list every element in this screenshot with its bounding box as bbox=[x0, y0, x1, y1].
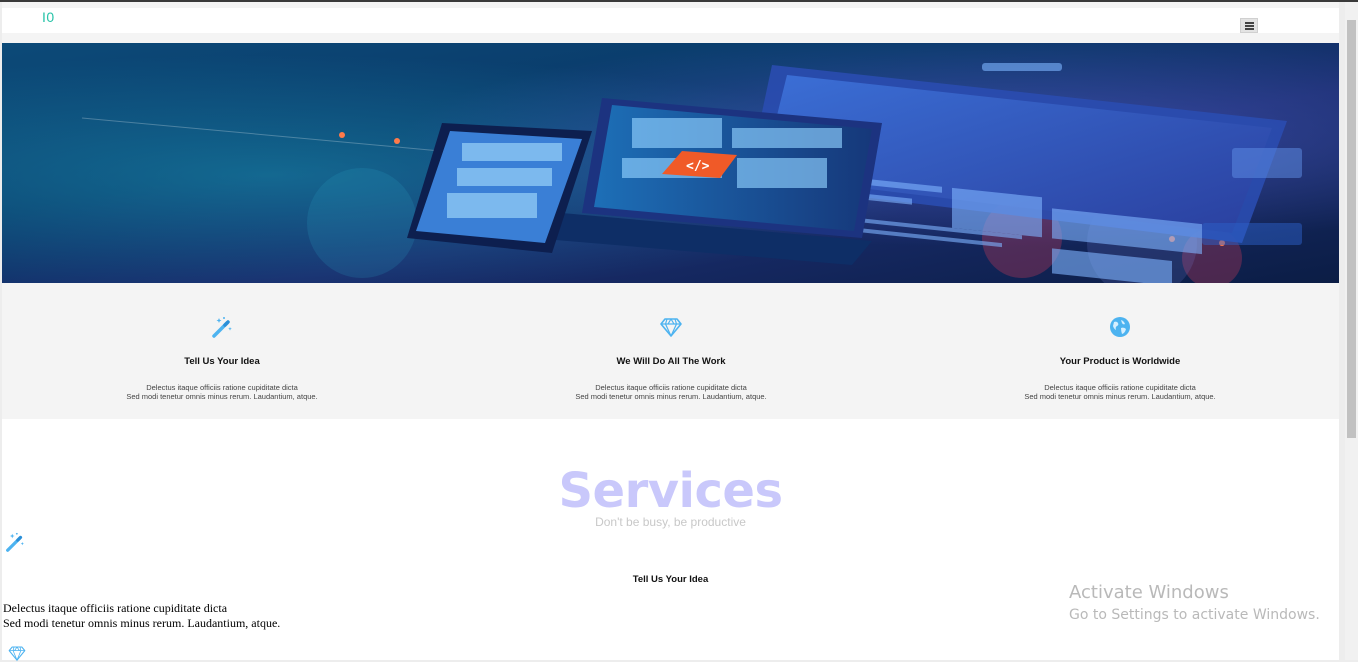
activate-windows-watermark: Activate Windows Go to Settings to activ… bbox=[1069, 582, 1320, 624]
globe-icon bbox=[1110, 317, 1130, 337]
page: I0 </> Tell Us Your Idea Delectus itaque… bbox=[2, 2, 1339, 662]
navbar: I0 bbox=[2, 8, 1339, 33]
diamond-icon bbox=[660, 318, 682, 337]
watermark-title: Activate Windows bbox=[1069, 582, 1229, 603]
services-title: Services bbox=[558, 463, 783, 519]
watermark-subtitle: Go to Settings to activate Windows. bbox=[1069, 607, 1320, 623]
feature-title: Your Product is Worldwide bbox=[1059, 356, 1181, 367]
diamond-icon bbox=[8, 646, 26, 662]
feature-text: Delectus itaque officiis ratione cupidit… bbox=[575, 383, 767, 401]
magic-wand-icon bbox=[6, 532, 24, 552]
feature-text: Delectus itaque officiis ratione cupidit… bbox=[126, 383, 318, 401]
page-scrollbar[interactable] bbox=[1345, 2, 1358, 660]
hero-image: </> bbox=[2, 43, 1339, 283]
service-item-text: Delectus itaque officiis ratione cupidit… bbox=[3, 601, 281, 630]
feature-text: Delectus itaque officiis ratione cupidit… bbox=[1024, 383, 1216, 401]
hamburger-icon[interactable] bbox=[1240, 18, 1258, 33]
scrollbar-thumb[interactable] bbox=[1347, 20, 1356, 438]
feature-title: We Will Do All The Work bbox=[616, 356, 726, 367]
svg-text:</>: </> bbox=[686, 159, 710, 174]
logo[interactable]: I0 bbox=[42, 9, 55, 25]
feature-title: Tell Us Your Idea bbox=[184, 356, 260, 367]
services-subtitle: Don't be busy, be productive bbox=[595, 515, 746, 529]
features-section: Tell Us Your Idea Delectus itaque offici… bbox=[2, 283, 1339, 419]
magic-wand-icon bbox=[212, 317, 232, 338]
